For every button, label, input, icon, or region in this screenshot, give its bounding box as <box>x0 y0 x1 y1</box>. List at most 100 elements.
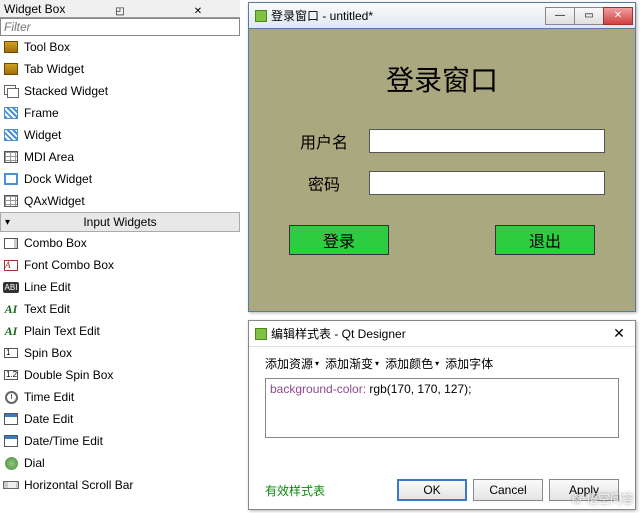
widget-item[interactable]: 1.2Double Spin Box <box>0 364 240 386</box>
widget-label: Tab Widget <box>24 62 84 76</box>
widget-icon: AI <box>2 300 20 318</box>
password-input[interactable] <box>369 171 605 195</box>
widget-label: Font Combo Box <box>24 258 114 272</box>
widget-icon <box>2 454 20 472</box>
widget-icon <box>2 192 20 210</box>
widget-item[interactable]: Widget <box>0 124 240 146</box>
stylesheet-titlebar[interactable]: 编辑样式表 - Qt Designer ✕ <box>249 321 635 347</box>
login-button[interactable]: 登录 <box>289 225 389 255</box>
widget-item[interactable]: 1 Spin Box <box>0 342 240 364</box>
widget-icon <box>2 104 20 122</box>
widget-item[interactable]: A Font Combo Box <box>0 254 240 276</box>
filter-input[interactable] <box>0 18 240 36</box>
widget-item[interactable]: Horizontal Scroll Bar <box>0 474 240 496</box>
cancel-button[interactable]: Cancel <box>473 479 543 501</box>
widget-list-containers: Tool Box Tab Widget Stacked Widget Frame Wid… <box>0 36 240 212</box>
widget-item[interactable]: MDI Area <box>0 146 240 168</box>
widget-item[interactable]: AI Plain Text Edit <box>0 320 240 342</box>
widget-label: Time Edit <box>24 390 74 404</box>
widget-item[interactable]: Dock Widget <box>0 168 240 190</box>
maximize-button[interactable]: ▭ <box>574 7 604 25</box>
widget-label: Horizontal Scroll Bar <box>24 478 133 492</box>
widget-label: Double Spin Box <box>24 368 113 382</box>
widget-box-panel: Widget Box ◰ ✕ Tool Box Tab Widget Stacked… <box>0 0 240 513</box>
widget-item[interactable]: QAxWidget <box>0 190 240 212</box>
widget-item[interactable]: Dial <box>0 452 240 474</box>
widget-item[interactable]: Date/Time Edit <box>0 430 240 452</box>
widget-item[interactable]: Frame <box>0 102 240 124</box>
watermark-icon: ❂ <box>572 492 582 506</box>
widget-icon <box>2 234 20 252</box>
widget-item[interactable]: ABI Line Edit <box>0 276 240 298</box>
login-window-title: 登录窗口 - untitled* <box>255 7 546 24</box>
widget-icon <box>2 60 20 78</box>
login-window: 登录窗口 - untitled* — ▭ ✕ 登录窗口 用户名 密码 登录 退出 <box>248 2 636 312</box>
minimize-button[interactable]: — <box>545 7 575 25</box>
widget-label: Dock Widget <box>24 172 92 186</box>
widget-label: Line Edit <box>24 280 71 294</box>
widget-label: Spin Box <box>24 346 72 360</box>
widget-label: Stacked Widget <box>24 84 108 98</box>
username-input[interactable] <box>369 129 605 153</box>
widget-label: Frame <box>24 106 59 120</box>
valid-stylesheet-label: 有效样式表 <box>265 482 391 499</box>
widget-item[interactable]: Stacked Widget <box>0 80 240 102</box>
widget-label: Date/Time Edit <box>24 434 103 448</box>
input-widgets-header[interactable]: ▾ Input Widgets <box>0 212 240 232</box>
add-color-button[interactable]: 添加颜色 ▾ <box>385 355 439 372</box>
add-gradient-button[interactable]: 添加渐变 ▾ <box>325 355 379 372</box>
widget-item[interactable]: Date Edit <box>0 408 240 430</box>
qt-icon <box>255 10 267 22</box>
chevron-down-icon: ▾ <box>435 359 439 368</box>
stylesheet-editor[interactable]: background-color: rgb(170, 170, 127); <box>265 378 619 438</box>
stylesheet-dialog: 编辑样式表 - Qt Designer ✕ 添加资源 ▾ 添加渐变 ▾ 添加颜色… <box>248 320 636 510</box>
stylesheet-toolbar: 添加资源 ▾ 添加渐变 ▾ 添加颜色 ▾ 添加字体 <box>249 347 635 378</box>
undock-icon[interactable]: ◰ <box>82 3 158 15</box>
exit-button[interactable]: 退出 <box>495 225 595 255</box>
login-titlebar[interactable]: 登录窗口 - untitled* — ▭ ✕ <box>249 3 635 29</box>
widget-item[interactable]: AI Text Edit <box>0 298 240 320</box>
widget-icon <box>2 126 20 144</box>
close-icon[interactable]: ✕ <box>609 325 629 342</box>
widget-icon <box>2 388 20 406</box>
password-label: 密码 <box>279 171 369 195</box>
widget-list-inputs: Combo Box A Font Combo Box ABI Line Edit AI Te… <box>0 232 240 496</box>
widget-icon <box>2 148 20 166</box>
widget-icon <box>2 432 20 450</box>
widget-label: MDI Area <box>24 150 74 164</box>
chevron-down-icon: ▾ <box>315 359 319 368</box>
widget-icon <box>2 82 20 100</box>
close-panel-icon[interactable]: ✕ <box>160 3 236 15</box>
username-label: 用户名 <box>279 129 369 153</box>
widget-icon <box>2 170 20 188</box>
watermark: ❂ 悟空问答 <box>572 490 634 507</box>
widget-icon: ABI <box>2 278 20 296</box>
widget-label: Widget <box>24 128 61 142</box>
widget-label: Dial <box>24 456 45 470</box>
collapse-icon: ▾ <box>5 217 10 228</box>
section-label: Input Widgets <box>83 215 156 229</box>
login-heading: 登录窗口 <box>279 59 605 99</box>
widget-label: QAxWidget <box>24 194 85 208</box>
widget-icon: A <box>2 256 20 274</box>
widget-box-title: Widget Box ◰ ✕ <box>0 0 240 18</box>
widget-item[interactable]: Time Edit <box>0 386 240 408</box>
qt-icon <box>255 328 267 340</box>
add-font-button[interactable]: 添加字体 <box>445 355 493 372</box>
chevron-down-icon: ▾ <box>375 359 379 368</box>
stylesheet-title: 编辑样式表 - Qt Designer <box>255 325 609 342</box>
widget-item[interactable]: Tab Widget <box>0 58 240 80</box>
close-button[interactable]: ✕ <box>603 7 633 25</box>
widget-item[interactable]: Combo Box <box>0 232 240 254</box>
widget-box-title-text: Widget Box <box>4 0 80 18</box>
widget-label: Text Edit <box>24 302 70 316</box>
widget-label: Tool Box <box>24 40 70 54</box>
widget-icon <box>2 476 20 494</box>
widget-icon: AI <box>2 322 20 340</box>
widget-label: Plain Text Edit <box>24 324 100 338</box>
widget-icon <box>2 38 20 56</box>
widget-item[interactable]: Tool Box <box>0 36 240 58</box>
add-resource-button[interactable]: 添加资源 ▾ <box>265 355 319 372</box>
ok-button[interactable]: OK <box>397 479 467 501</box>
widget-icon: 1 <box>2 344 20 362</box>
